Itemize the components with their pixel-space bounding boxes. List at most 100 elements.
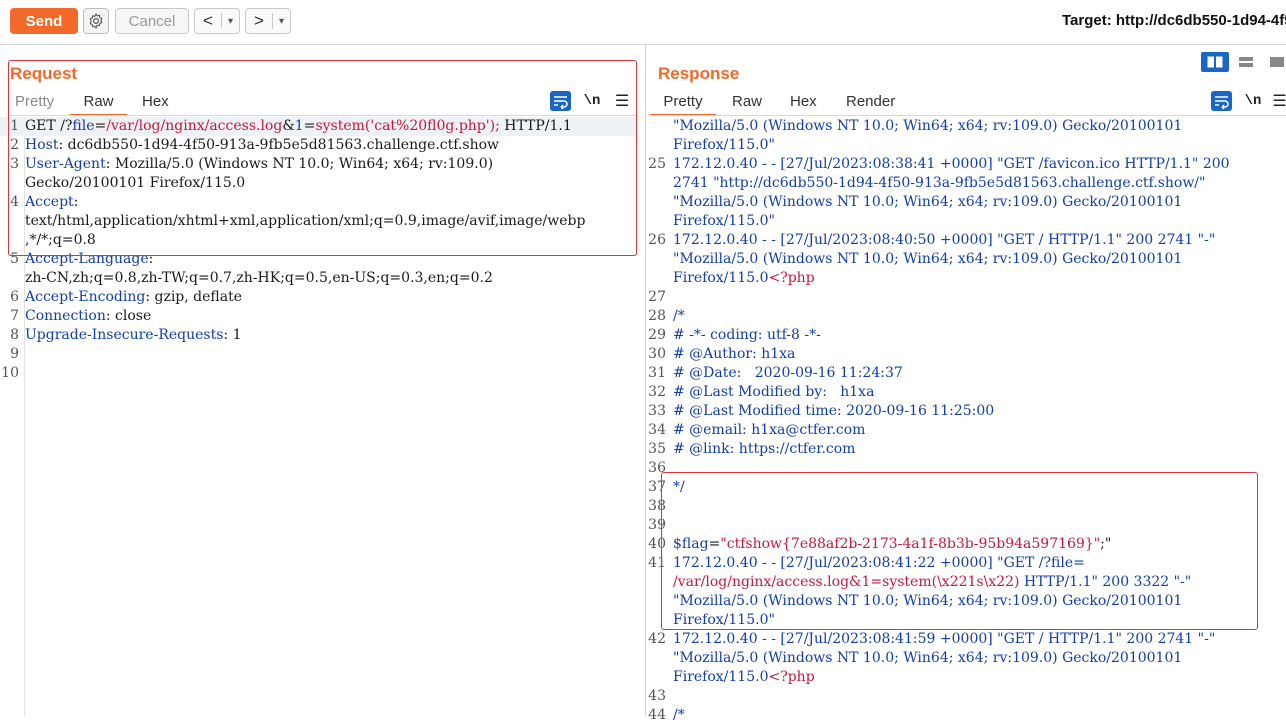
code-line: 29 # -*- coding: utf-8 -*- — [648, 326, 1286, 345]
code-token: <?php — [768, 270, 815, 286]
line-text: # @Last Modified time: 2020-09-16 11:25:… — [673, 402, 994, 421]
back-arrow-icon[interactable]: < — [195, 11, 221, 31]
line-number: 26 — [648, 232, 666, 248]
code-line: 32 # @Last Modified by: h1xa — [648, 383, 1286, 402]
response-tab-underline — [648, 115, 1286, 116]
code-line: "Mozilla/5.0 (Windows NT 10.0; Win64; x6… — [648, 649, 1286, 668]
tab-render[interactable]: Render — [846, 93, 895, 110]
code-line: 9 — [0, 345, 636, 364]
code-token: : 1 — [223, 327, 242, 343]
line-text: Firefox/115.0" — [673, 212, 775, 231]
line-text: # @Author: h1xa — [673, 345, 795, 364]
code-line: Firefox/115.0<?php — [648, 269, 1286, 288]
line-text: "Mozilla/5.0 (Windows NT 10.0; Win64; x6… — [673, 250, 1182, 269]
line-text: # @Date: 2020-09-16 11:24:37 — [673, 364, 903, 383]
code-line: 30 # @Author: h1xa — [648, 345, 1286, 364]
line-text: 172.12.0.40 - - [27/Jul/2023:08:40:50 +0… — [673, 231, 1215, 250]
split-view-icon — [1207, 56, 1223, 68]
toolbar: Send Cancel < ▾ > ▾ Target: http://dc6db… — [0, 0, 1286, 45]
chevron-down-icon[interactable]: ▾ — [273, 16, 290, 27]
menu-icon[interactable]: ☰ — [1273, 91, 1286, 111]
response-editor[interactable]: "Mozilla/5.0 (Windows NT 10.0; Win64; x6… — [648, 117, 1286, 725]
tab-pretty[interactable]: Pretty — [650, 93, 716, 116]
code-line: "Mozilla/5.0 (Windows NT 10.0; Win64; x6… — [648, 250, 1286, 269]
code-token: 172.12.0.40 - - [27/Jul/2023:08:40:50 +0… — [673, 232, 1216, 248]
line-number: 6 — [10, 289, 19, 305]
line-text: Firefox/115.0<?php — [673, 668, 815, 687]
send-button[interactable]: Send — [10, 8, 78, 34]
code-line: 31 # @Date: 2020-09-16 11:24:37 — [648, 364, 1286, 383]
code-line: 26 172.12.0.40 - - [27/Jul/2023:08:40:50 … — [648, 231, 1286, 250]
line-text: 172.12.0.40 - - [27/Jul/2023:08:38:41 +0… — [673, 155, 1230, 174]
code-token: Firefox/115.0 — [673, 270, 769, 286]
code-token: # @email: h1xa@ctfer.com — [673, 422, 866, 438]
line-number: 35 — [648, 441, 666, 457]
tab-raw[interactable]: Raw — [732, 93, 762, 110]
code-line: 33 # @Last Modified time: 2020-09-16 11:2… — [648, 402, 1286, 421]
line-number: 28 — [648, 308, 666, 324]
tab-hex[interactable]: Hex — [790, 93, 817, 110]
line-text: "Mozilla/5.0 (Windows NT 10.0; Win64; x6… — [673, 117, 1182, 136]
newline-toggle-icon[interactable]: \n — [1245, 91, 1262, 111]
layout-split-button[interactable] — [1201, 52, 1229, 72]
code-line: 42 172.12.0.40 - - [27/Jul/2023:08:41:59 … — [648, 630, 1286, 649]
code-token: 2741 "http://dc6db550-1d94-4f50-913a-9fb… — [673, 175, 1206, 191]
code-token: # @Last Modified by: h1xa — [673, 384, 875, 400]
settings-button[interactable] — [83, 8, 109, 34]
line-number: 25 — [648, 156, 666, 172]
code-token: "Mozilla/5.0 (Windows NT 10.0; Win64; x6… — [673, 118, 1183, 134]
line-number: 7 — [10, 308, 19, 324]
code-token: # @link: https://ctfer.com — [673, 441, 856, 457]
code-token: Firefox/115.0 — [673, 669, 769, 685]
line-number: 29 — [648, 327, 666, 343]
code-line: 35 # @link: https://ctfer.com — [648, 440, 1286, 459]
word-wrap-icon — [1211, 91, 1232, 111]
line-number: 34 — [648, 422, 666, 438]
code-line: 25 172.12.0.40 - - [27/Jul/2023:08:38:41 … — [648, 155, 1286, 174]
line-text: zh-CN,zh;q=0.8,zh-TW;q=0.7,zh-HK;q=0.5,e… — [25, 269, 493, 288]
response-wrap-toggle[interactable] — [1211, 91, 1232, 111]
code-token: # @Author: h1xa — [673, 346, 796, 362]
line-text: # @Last Modified by: h1xa — [673, 383, 874, 402]
code-line: 10 — [0, 364, 636, 383]
code-token: zh-CN,zh;q=0.8,zh-TW;q=0.7,zh-HK;q=0.5,e… — [25, 270, 493, 286]
code-token: # @Date: 2020-09-16 11:24:37 — [673, 365, 903, 381]
code-token: <?php — [768, 669, 815, 685]
code-token: # -*- coding: utf-8 -*- — [673, 327, 821, 343]
code-line: 34 # @email: h1xa@ctfer.com — [648, 421, 1286, 440]
code-line: Firefox/115.0" — [648, 136, 1286, 155]
line-text: /* — [673, 307, 685, 326]
code-line: 7 Connection: close — [0, 307, 636, 326]
response-highlight-box — [661, 472, 1258, 630]
forward-arrow-icon[interactable]: > — [246, 11, 272, 31]
code-line: 27 — [648, 288, 1286, 307]
back-nav[interactable]: < ▾ — [194, 8, 240, 34]
code-line: 8 Upgrade-Insecure-Requests: 1 — [0, 326, 636, 345]
code-line: "Mozilla/5.0 (Windows NT 10.0; Win64; x6… — [648, 193, 1286, 212]
line-number: 30 — [648, 346, 666, 362]
line-text: Firefox/115.0<?php — [673, 269, 815, 288]
layout-stacked-button[interactable] — [1232, 52, 1260, 72]
line-text: Upgrade-Insecure-Requests: 1 — [25, 326, 241, 345]
code-token: "Mozilla/5.0 (Windows NT 10.0; Win64; x6… — [673, 251, 1183, 267]
cancel-button[interactable]: Cancel — [115, 8, 189, 34]
code-token: 172.12.0.40 - - [27/Jul/2023:08:38:41 +0… — [673, 156, 1230, 172]
code-line: zh-CN,zh;q=0.8,zh-TW;q=0.7,zh-HK;q=0.5,e… — [0, 269, 636, 288]
line-text: 2741 "http://dc6db550-1d94-4f50-913a-9fb… — [673, 174, 1205, 193]
chevron-down-icon[interactable]: ▾ — [222, 16, 239, 27]
code-token: "Mozilla/5.0 (Windows NT 10.0; Win64; x6… — [673, 650, 1183, 666]
line-text: # @email: h1xa@ctfer.com — [673, 421, 865, 440]
panel-divider[interactable] — [645, 45, 646, 716]
line-text: # -*- coding: utf-8 -*- — [673, 326, 821, 345]
line-text: # @link: https://ctfer.com — [673, 440, 855, 459]
code-line: 43 — [648, 687, 1286, 706]
layout-single-button[interactable] — [1263, 52, 1286, 72]
forward-nav[interactable]: > ▾ — [245, 8, 291, 34]
line-number: 33 — [648, 403, 666, 419]
single-view-icon — [1270, 57, 1284, 67]
request-highlight-box — [8, 60, 637, 256]
code-token: 172.12.0.40 - - [27/Jul/2023:08:41:59 +0… — [673, 631, 1216, 647]
line-text: Connection: close — [25, 307, 151, 326]
code-line: "Mozilla/5.0 (Windows NT 10.0; Win64; x6… — [648, 117, 1286, 136]
code-line: 6 Accept-Encoding: gzip, deflate — [0, 288, 636, 307]
